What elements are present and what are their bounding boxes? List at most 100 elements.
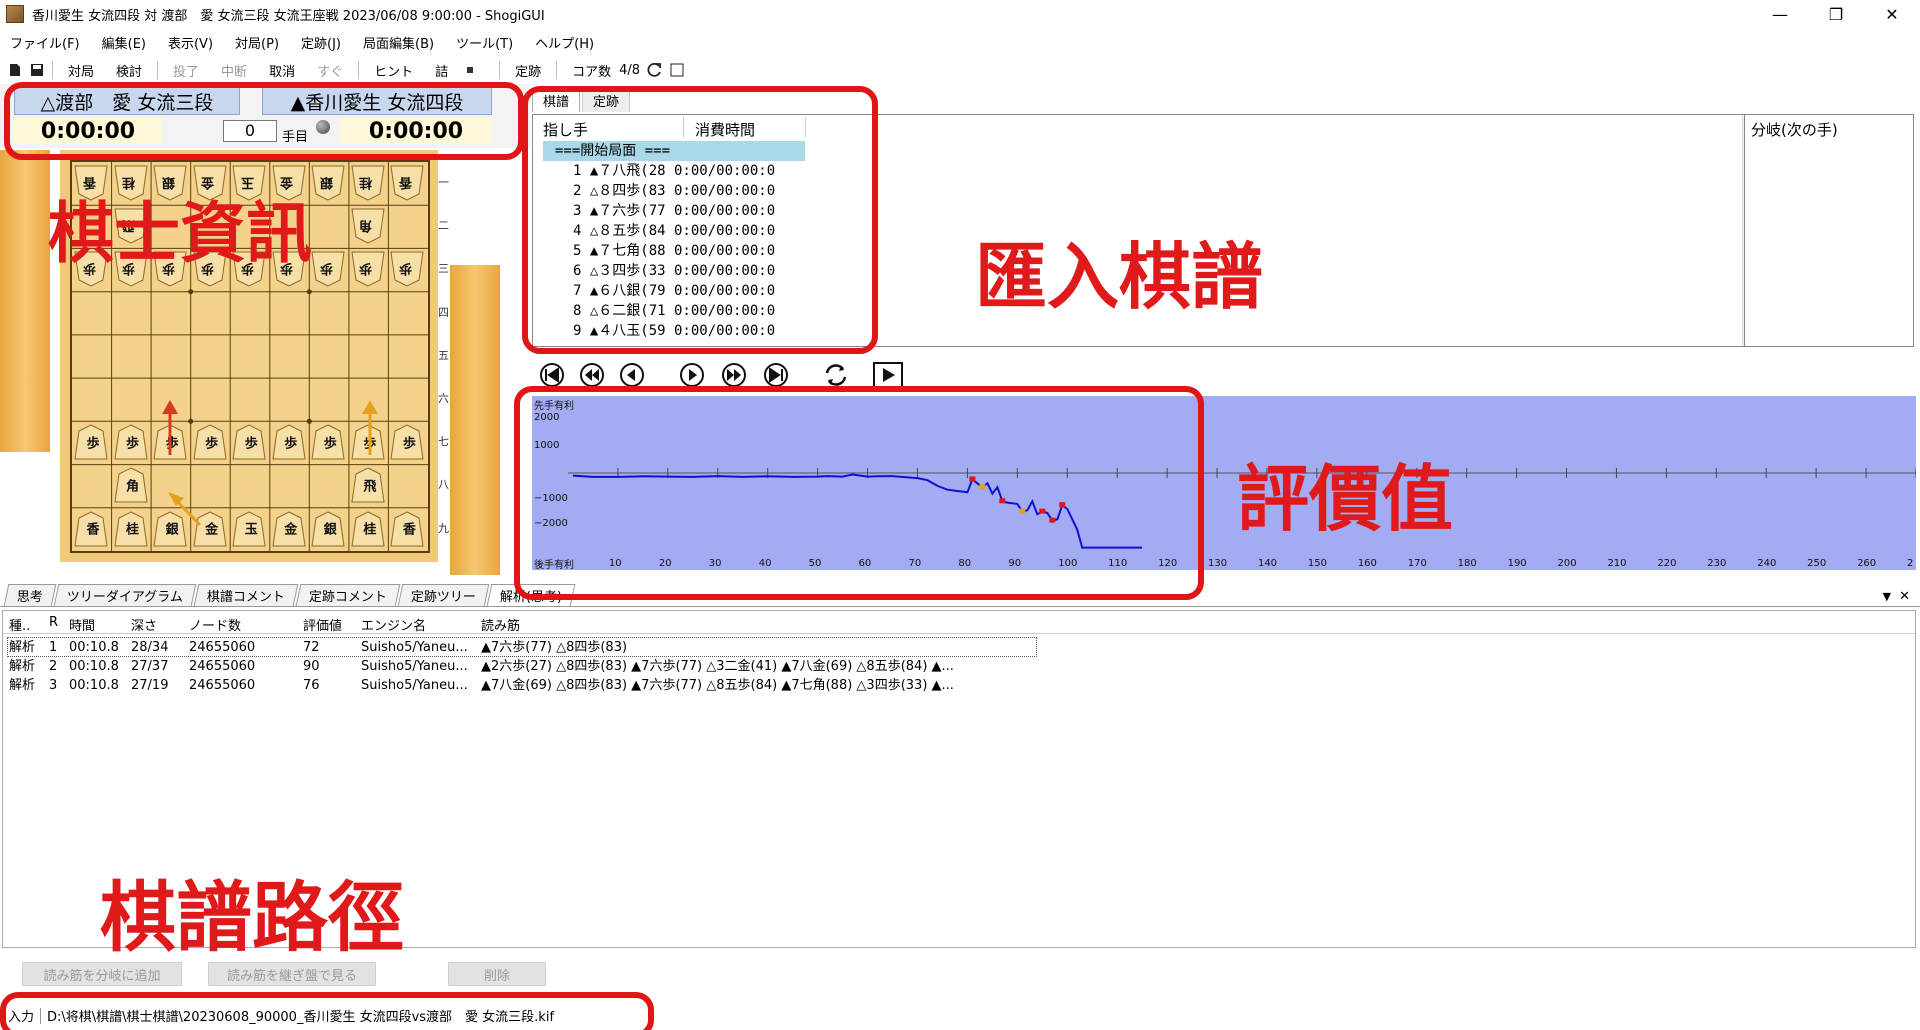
refresh-icon[interactable] [646,61,664,79]
x-tick-label: 260 [1857,558,1877,569]
x-tick-label: 2 [1907,558,1914,569]
rank-label: 四 [438,305,449,319]
col-depth[interactable]: 深さ [131,615,157,634]
cores-value: 4/8 [619,62,641,78]
branch-label: 分岐(次の手) [1751,121,1838,139]
interrupt-button[interactable]: 中断 [210,61,258,80]
menu-edit[interactable]: 編集(E) [102,33,146,52]
engine-cell-time[interactable]: 00:10.8 [69,658,119,676]
engine-cell-depth[interactable]: 27/19 [131,677,168,695]
resign-button[interactable]: 投了 [162,61,210,80]
engine-cell-eval[interactable]: 72 [303,639,320,657]
tab-kifu-comment[interactable]: 棋譜コメント [193,584,299,606]
engine-cell-pv[interactable]: ▲2六歩(27) △8四歩(83) ▲7六歩(77) △3二金(41) ▲7八金… [481,658,954,676]
col-engine[interactable]: エンジン名 [361,615,426,634]
tab-joseki-comment[interactable]: 定跡コメント [295,584,401,606]
back-one-icon[interactable] [616,361,648,389]
new-file-icon[interactable] [6,61,24,79]
engine-cell-rank[interactable]: 2 [49,658,57,676]
shogi-piece[interactable]: 桂 [351,165,385,201]
rank-label: 三 [438,262,449,276]
delete-button[interactable]: 削除 [448,962,546,986]
first-move-icon[interactable] [536,361,568,389]
engine-cell-nodes[interactable]: 24655060 [189,639,255,657]
engine-cell-time[interactable]: 00:10.8 [69,677,119,695]
engine-cell-pv[interactable]: ▲7八金(69) △8四歩(83) ▲7六歩(77) △8五歩(84) ▲7七角… [481,677,954,695]
shogi-piece[interactable]: 角 [113,467,148,503]
engine-cell-nodes[interactable]: 24655060 [189,677,255,695]
menu-view[interactable]: 表示(V) [168,33,213,52]
minimize-icon[interactable]: — [1752,0,1808,28]
forward-ten-icon[interactable] [718,361,750,389]
menu-file[interactable]: ファイル(F) [10,33,80,52]
taikyoku-button[interactable]: 対局 [57,61,105,80]
col-time[interactable]: 時間 [69,615,95,634]
engine-cell-time[interactable]: 00:10.8 [69,639,119,657]
close-icon[interactable]: ✕ [1864,0,1920,28]
engine-cell-kind[interactable]: 解析 [9,658,35,676]
col-rank[interactable]: R [49,615,58,630]
x-tick-label: 210 [1607,558,1627,569]
rank-label: 七 [438,435,449,449]
sugu-button[interactable]: すぐ [306,61,354,80]
last-move-icon[interactable] [760,361,792,389]
shogi-piece[interactable]: 歩 [311,251,345,287]
engine-cell-depth[interactable]: 28/34 [131,639,168,657]
engine-cell-engine[interactable]: Suisho5/Yaneu... [361,677,468,695]
col-nodes[interactable]: ノード数 [189,615,241,634]
stop-icon[interactable] [461,61,479,79]
back-ten-icon[interactable] [576,361,608,389]
play-icon[interactable] [872,361,904,389]
engine-cell-engine[interactable]: Suisho5/Yaneu... [361,658,468,676]
shogi-piece[interactable]: 香 [390,165,424,201]
shogi-piece[interactable]: 香 [74,511,108,547]
col-pv[interactable]: 読み筋 [481,615,520,634]
checkbox-icon[interactable] [668,61,686,79]
engine-cell-kind[interactable]: 解析 [9,639,35,657]
engine-cell-rank[interactable]: 3 [49,677,57,695]
engine-cell-depth[interactable]: 27/37 [131,658,168,676]
tsume-button[interactable]: 詰 [424,61,459,80]
tab-thinking[interactable]: 思考 [3,584,57,606]
restore-icon[interactable]: ❐ [1808,0,1864,28]
flip-board-icon[interactable] [820,361,852,389]
engine-cell-rank[interactable]: 1 [49,639,57,657]
tab-joseki-tree[interactable]: 定跡ツリー [397,584,490,606]
menu-help[interactable]: ヘルプ(H) [535,33,594,52]
evaluation-highlight [514,386,1204,600]
menu-play[interactable]: 対局(P) [235,33,279,52]
col-eval[interactable]: 評価値 [303,615,342,634]
shogi-piece[interactable]: 歩 [74,424,108,460]
save-icon[interactable] [28,61,46,79]
menu-board-edit[interactable]: 局面編集(B) [363,33,434,52]
shogi-piece[interactable]: 銀 [311,165,345,201]
engine-cell-eval[interactable]: 76 [303,677,320,695]
engine-cell-engine[interactable]: Suisho5/Yaneu... [361,639,468,657]
engine-cell-pv[interactable]: ▲7六歩(77) △8四歩(83) [481,639,627,657]
tab-tree-diagram[interactable]: ツリーダイアグラム [53,584,197,606]
shogi-piece[interactable]: 角 [351,208,385,244]
menu-tools[interactable]: ツール(T) [456,33,513,52]
kento-button[interactable]: 検討 [105,61,153,80]
hint-button[interactable]: ヒント [363,61,424,80]
engine-cell-nodes[interactable]: 24655060 [189,658,255,676]
col-kind[interactable]: 種.. [9,615,30,634]
undo-button[interactable]: 取消 [258,61,306,80]
shogi-piece[interactable]: 香 [390,511,424,547]
forward-one-icon[interactable] [676,361,708,389]
shogi-piece[interactable]: 歩 [351,251,385,287]
shogi-piece[interactable]: 桂 [113,511,148,547]
shogi-piece[interactable]: 歩 [113,424,148,460]
x-tick-label: 250 [1807,558,1827,569]
menu-joseki[interactable]: 定跡(J) [301,33,341,52]
shogi-piece[interactable]: 歩 [390,424,424,460]
close-panel-icon[interactable]: ✕ [1899,589,1910,604]
x-tick-label: 150 [1307,558,1327,569]
engine-cell-kind[interactable]: 解析 [9,677,35,695]
file-path-highlight [0,992,654,1030]
dropdown-icon[interactable]: ▼ [1883,590,1891,603]
engine-cell-eval[interactable]: 90 [303,658,320,676]
x-tick-label: 170 [1407,558,1427,569]
shogi-piece[interactable]: 歩 [390,251,424,287]
joseki-button[interactable]: 定跡 [504,61,552,80]
